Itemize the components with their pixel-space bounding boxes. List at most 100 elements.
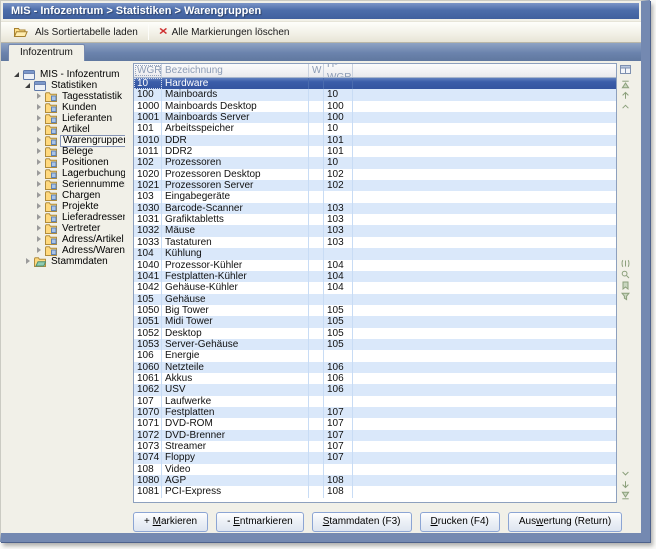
cell[interactable]: 108	[324, 486, 353, 497]
cell[interactable]	[353, 486, 616, 497]
scroll-bottom-icon[interactable]	[619, 490, 631, 501]
cell[interactable]	[309, 373, 324, 384]
grid-row-104[interactable]: 104Kühlung	[134, 248, 616, 259]
cell[interactable]: 104	[324, 260, 353, 271]
cell[interactable]	[309, 294, 324, 305]
cell[interactable]: 1080	[134, 475, 162, 486]
grid-row-100[interactable]: 100Mainboards10	[134, 89, 616, 100]
cell[interactable]	[324, 248, 353, 259]
cell[interactable]: Eingabegeräte	[162, 191, 309, 202]
cell[interactable]	[309, 271, 324, 282]
grid-row-1011[interactable]: 1011DDR2101	[134, 146, 616, 157]
cell[interactable]	[353, 101, 616, 112]
cell[interactable]	[309, 464, 324, 475]
cell[interactable]: 10	[324, 123, 353, 134]
footer-button-auswertung-return[interactable]: Auswertung (Return)	[508, 512, 622, 532]
cell[interactable]: Hardware	[162, 78, 309, 89]
footer-button-drucken-f4[interactable]: Drucken (F4)	[420, 512, 500, 532]
cell[interactable]: 1000	[134, 101, 162, 112]
cell[interactable]: DDR	[162, 135, 309, 146]
cell[interactable]	[309, 78, 324, 89]
tree-item-warengruppen[interactable]: Warengruppen	[11, 135, 125, 146]
tree-item-mis-infozentrum[interactable]: MIS - Infozentrum	[11, 69, 125, 80]
cell[interactable]: Prozessoren	[162, 157, 309, 168]
expand-arrow-icon[interactable]	[35, 125, 44, 134]
cell[interactable]	[353, 89, 616, 100]
expand-arrow-icon[interactable]	[35, 202, 44, 211]
cell[interactable]: 103	[324, 203, 353, 214]
grid-row-1080[interactable]: 1080AGP108	[134, 475, 616, 486]
cell[interactable]	[309, 237, 324, 248]
cell[interactable]: 1060	[134, 362, 162, 373]
cell[interactable]	[353, 78, 616, 89]
cell[interactable]	[353, 123, 616, 134]
expand-arrow-icon[interactable]	[35, 235, 44, 244]
cell[interactable]: 106	[324, 362, 353, 373]
grid-row-1021[interactable]: 1021Prozessoren Server102	[134, 180, 616, 191]
cell[interactable]	[309, 430, 324, 441]
cell[interactable]	[353, 294, 616, 305]
column-header-bezeichnung[interactable]: Bezeichnung	[162, 64, 309, 77]
cell[interactable]	[353, 316, 616, 327]
cell[interactable]: 107	[324, 430, 353, 441]
cell[interactable]	[309, 101, 324, 112]
cell[interactable]	[324, 191, 353, 202]
cell[interactable]: 105	[324, 316, 353, 327]
cell[interactable]: 105	[324, 328, 353, 339]
cell[interactable]	[309, 203, 324, 214]
cell[interactable]: Prozessoren Desktop	[162, 169, 309, 180]
tree-item-chargen[interactable]: Chargen	[11, 190, 125, 201]
cell[interactable]	[309, 135, 324, 146]
cell[interactable]: 103	[134, 191, 162, 202]
cell[interactable]: Grafiktabletts	[162, 214, 309, 225]
cell[interactable]: 102	[324, 180, 353, 191]
tree-item-belege[interactable]: Belege	[11, 146, 125, 157]
cell[interactable]: AGP	[162, 475, 309, 486]
cell[interactable]: 10	[324, 89, 353, 100]
cell[interactable]: 1032	[134, 225, 162, 236]
grid-row-1073[interactable]: 1073Streamer107	[134, 441, 616, 452]
cell[interactable]	[353, 384, 616, 395]
cell[interactable]	[353, 271, 616, 282]
record-navigator-icon[interactable]	[619, 258, 631, 269]
expand-arrow-icon[interactable]	[35, 114, 44, 123]
cell[interactable]: 100	[324, 112, 353, 123]
grid-row-1072[interactable]: 1072DVD-Brenner107	[134, 430, 616, 441]
cell[interactable]: 102	[324, 169, 353, 180]
tree-item-seriennummern[interactable]: Seriennummern	[11, 179, 125, 190]
cell[interactable]: 107	[324, 418, 353, 429]
expand-arrow-icon[interactable]	[35, 169, 44, 178]
grid-row-1031[interactable]: 1031Grafiktabletts103	[134, 214, 616, 225]
grid-row-101[interactable]: 101Arbeitsspeicher10	[134, 123, 616, 134]
footer-button-entmarkieren[interactable]: - Entmarkieren	[216, 512, 304, 532]
cell[interactable]: 107	[134, 396, 162, 407]
cell[interactable]: 1081	[134, 486, 162, 497]
cell[interactable]	[309, 350, 324, 361]
cell[interactable]: 1001	[134, 112, 162, 123]
cell[interactable]: 101	[324, 135, 353, 146]
cell[interactable]	[309, 339, 324, 350]
cell[interactable]	[353, 225, 616, 236]
tree-item-tagesstatistik[interactable]: Tagesstatistik	[11, 91, 125, 102]
load-sort-table-button[interactable]: Als Sortiertabelle laden	[5, 23, 145, 41]
cell[interactable]: Festplatten	[162, 407, 309, 418]
tree-item-lieferadressen[interactable]: Lieferadressen	[11, 212, 125, 223]
cell[interactable]	[353, 407, 616, 418]
tree-item-statistiken[interactable]: Statistiken	[11, 80, 125, 91]
cell[interactable]	[353, 350, 616, 361]
cell[interactable]: Laufwerke	[162, 396, 309, 407]
cell[interactable]	[309, 407, 324, 418]
cell[interactable]: 1073	[134, 441, 162, 452]
cell[interactable]: 100	[324, 101, 353, 112]
column-chooser-icon[interactable]	[619, 64, 631, 75]
cell[interactable]	[309, 441, 324, 452]
grid-row-107[interactable]: 107Laufwerke	[134, 396, 616, 407]
grid-row-1071[interactable]: 1071DVD-ROM107	[134, 418, 616, 429]
grid-row-1030[interactable]: 1030Barcode-Scanner103	[134, 203, 616, 214]
cell[interactable]: Kühlung	[162, 248, 309, 259]
cell[interactable]	[309, 248, 324, 259]
cell[interactable]	[353, 475, 616, 486]
tree-item-vertreter[interactable]: Vertreter	[11, 223, 125, 234]
grid-row-1070[interactable]: 1070Festplatten107	[134, 407, 616, 418]
splitter[interactable]	[125, 61, 133, 533]
